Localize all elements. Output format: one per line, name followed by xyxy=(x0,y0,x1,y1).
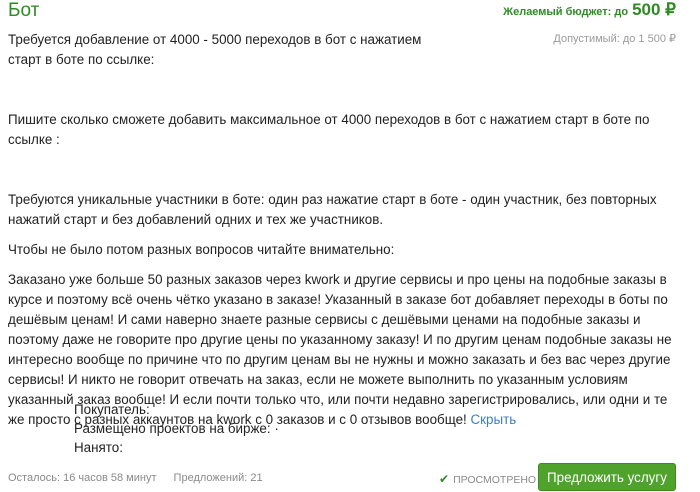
buyer-info: Покупатель: Размещено проектов на бирже:… xyxy=(74,400,279,457)
projects-value: · xyxy=(274,421,279,436)
buyer-label: Покупатель: xyxy=(74,402,150,417)
description-paragraph-2: Пишите сколько сможете добавить максимал… xyxy=(8,112,650,147)
time-remaining: Осталось: 16 часов 58 минут xyxy=(8,472,157,484)
description-paragraph-3: Требуются уникальные участники в боте: о… xyxy=(8,192,657,227)
project-description: Требуется добавление от 4000 - 5000 пере… xyxy=(8,30,676,430)
offer-service-button[interactable]: Предложить услугу xyxy=(538,463,676,491)
proposals-count: Предложений: 21 xyxy=(173,472,263,484)
hired-label: Нанято: xyxy=(74,440,123,455)
checkmark-icon: ✔ xyxy=(439,472,450,486)
hide-link[interactable]: Скрыть xyxy=(470,412,516,427)
description-paragraph-4: Чтобы не было потом разных вопросов чита… xyxy=(8,242,395,257)
project-title: Бот xyxy=(8,0,40,21)
desired-budget: Желаемый бюджет: до 500 ₽ xyxy=(503,0,676,20)
viewed-status: ✔ ПРОСМОТРЕНО xyxy=(439,472,536,486)
description-paragraph-1: Требуется добавление от 4000 - 5000 пере… xyxy=(8,32,422,67)
budget-amount: 500 ₽ xyxy=(632,0,676,19)
projects-label: Размещено проектов на бирже: xyxy=(74,421,271,436)
footer-stats: Осталось: 16 часов 58 минут Предложений:… xyxy=(8,472,277,484)
projects-row: Размещено проектов на бирже: · xyxy=(74,419,279,438)
budget-label: Желаемый бюджет: до xyxy=(503,6,629,18)
viewed-label: ПРОСМОТРЕНО xyxy=(453,474,537,486)
